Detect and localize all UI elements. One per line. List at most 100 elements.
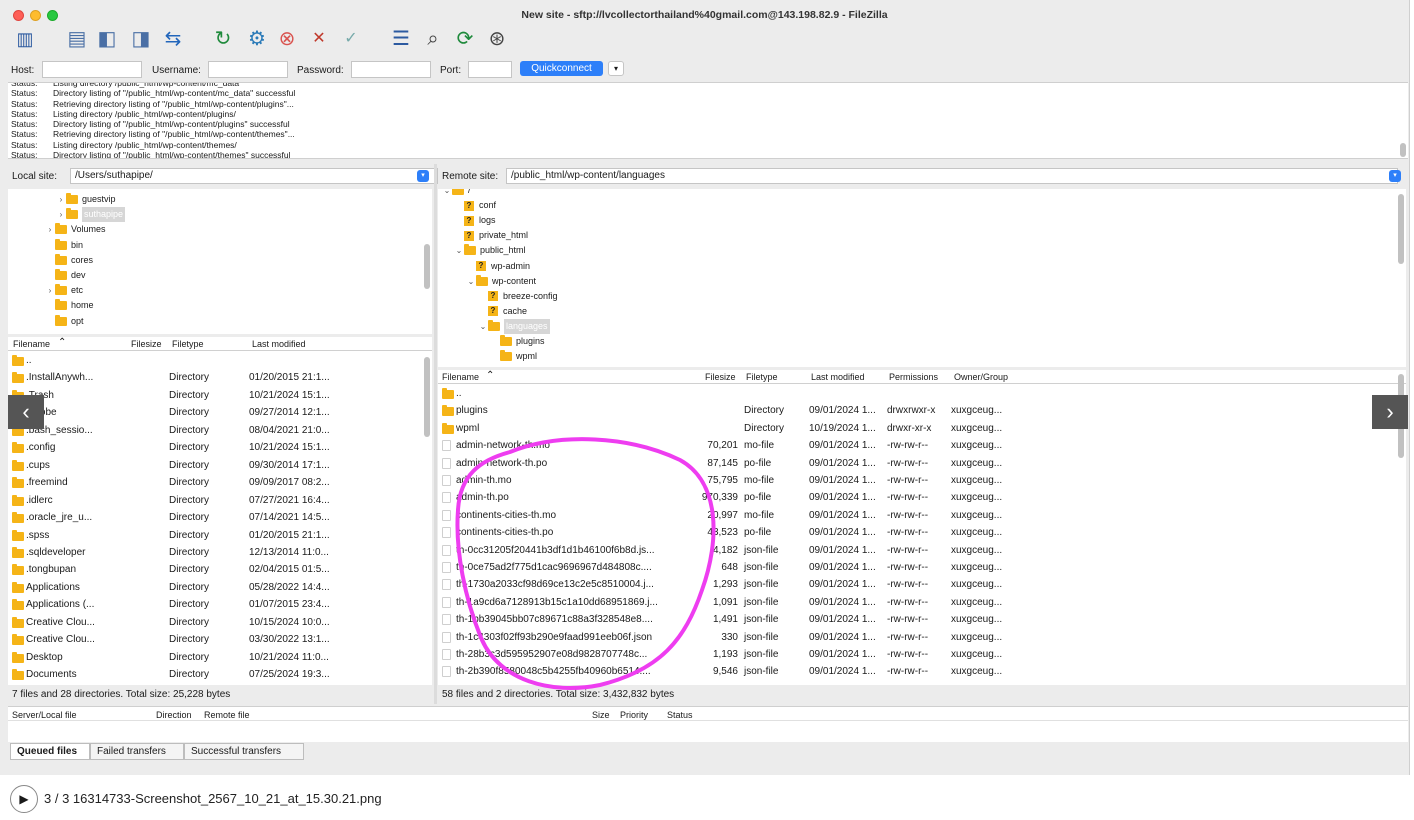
tab-failed-transfers[interactable]: Failed transfers (90, 743, 184, 760)
column-filename[interactable]: Filename (13, 339, 50, 349)
tab-queued-files[interactable]: Queued files (10, 743, 90, 760)
previous-image-button[interactable]: ‹ (8, 395, 44, 429)
column-size[interactable]: Size (592, 710, 610, 720)
column-permissions[interactable]: Permissions (889, 372, 938, 382)
file-row[interactable]: Creative Clou... Directory 03/30/2022 13:1… (8, 631, 432, 649)
local-directory-tree[interactable]: › guestvip › suthapipe › Volumes bin cores dev › e… (8, 189, 432, 334)
tree-item[interactable]: › suthapipe (56, 207, 126, 223)
column-remote-file[interactable]: Remote file (204, 710, 250, 720)
quickconnect-history-dropdown[interactable]: ▾ (608, 61, 624, 76)
local-tree-scrollbar[interactable] (424, 244, 430, 289)
file-row[interactable]: .TrashDirectory10/21/2024 15:1... (8, 387, 432, 405)
chevron-right-icon[interactable]: › (56, 192, 66, 207)
file-row[interactable]: .sqldeveloper Directory 12/13/2014 11:0... (8, 544, 432, 562)
username-input[interactable] (208, 61, 288, 78)
file-row[interactable]: .. (438, 385, 1406, 403)
remote-directory-tree[interactable]: ⌄ /? conf? logs? private_html ⌄ public_html? wp… (438, 189, 1406, 367)
chevron-right-icon[interactable]: › (45, 283, 55, 298)
file-row[interactable]: .. (8, 352, 432, 370)
tree-item[interactable]: ? cache (478, 304, 527, 319)
chevron-down-icon[interactable]: ⌄ (478, 319, 488, 334)
file-row[interactable]: Desktop Directory 10/21/2024 11:0... (8, 649, 432, 667)
column-filetype[interactable]: Filetype (172, 339, 204, 349)
column-status[interactable]: Status (667, 710, 693, 720)
chevron-down-icon[interactable]: ⌄ (466, 274, 476, 289)
tree-item[interactable]: › guestvip (56, 192, 116, 207)
toggle-local-tree-icon[interactable]: ◧ (94, 26, 120, 52)
file-row[interactable]: .oracle_jre_u... Directory 07/14/2021 14:5… (8, 509, 432, 527)
remote-tree-scrollbar[interactable] (1398, 194, 1404, 264)
disconnect-icon[interactable]: ✕ (306, 26, 332, 52)
tree-item[interactable]: ⌄ public_html (454, 243, 526, 258)
file-row[interactable]: .config Directory 10/21/2024 15:1... (8, 439, 432, 457)
remote-path-dropdown[interactable]: ▾ (1389, 170, 1401, 182)
tree-item[interactable]: ⌄ wp-content (466, 274, 536, 289)
column-last-modified[interactable]: Last modified (811, 372, 865, 382)
tree-item[interactable]: › etc (45, 283, 83, 298)
tree-item[interactable]: ? logs (454, 213, 496, 228)
tree-item[interactable]: wpml (490, 349, 537, 364)
file-row[interactable]: plugins Directory 09/01/2024 1... drwxrwxr-… (438, 402, 1406, 420)
local-path-input[interactable]: /Users/suthapipe/ (70, 168, 438, 184)
reconnect-icon[interactable]: ✓ (338, 26, 364, 52)
column-server-local-file[interactable]: Server/Local file (12, 710, 77, 720)
column-filesize[interactable]: Filesize (131, 339, 162, 349)
tree-item[interactable]: ? private_html (454, 228, 528, 243)
chevron-right-icon[interactable]: › (45, 222, 55, 237)
tab-successful-transfers[interactable]: Successful transfers (184, 743, 304, 760)
file-row[interactable]: Creative Clou... Directory 10/15/2024 10:0… (8, 614, 432, 632)
file-row[interactable]: Applications (... Directory 01/07/2015 23:… (8, 596, 432, 614)
toggle-remote-tree-icon[interactable]: ◨ (128, 26, 154, 52)
file-row[interactable]: .bash_sessio... Directory 08/04/2021 21:0.… (8, 422, 432, 440)
next-image-button[interactable]: › (1372, 395, 1408, 429)
transfer-queue[interactable]: Server/Local file Direction Remote file … (8, 706, 1408, 742)
directory-filter-icon[interactable]: ☰ (388, 26, 414, 52)
file-row[interactable]: .adobeDirectory09/27/2014 12:1... (8, 404, 432, 422)
sync-browsing-icon[interactable]: ⟳ (452, 26, 478, 52)
tree-item[interactable]: dev (45, 268, 86, 283)
tree-item[interactable]: plugins (490, 334, 545, 349)
file-row[interactable]: .freemind Directory 09/09/2017 08:2... (8, 474, 432, 492)
toggle-filename-filter-icon[interactable]: ⌕ (420, 26, 446, 52)
column-owner-group[interactable]: Owner/Group (954, 372, 1008, 382)
toggle-transfer-queue-icon[interactable]: ⇆ (160, 26, 186, 52)
file-row[interactable]: Documents Directory 07/25/2024 19:3... (8, 666, 432, 684)
column-filesize[interactable]: Filesize (705, 372, 736, 382)
tree-item[interactable]: home (45, 298, 94, 313)
chevron-down-icon[interactable]: ⌄ (454, 243, 464, 258)
chevron-down-icon[interactable]: ⌄ (442, 189, 452, 198)
tree-item[interactable]: cores (45, 253, 93, 268)
tree-item[interactable]: › Volumes (45, 222, 106, 237)
log-scrollbar[interactable] (1400, 143, 1406, 157)
file-row[interactable]: Applications Directory 05/28/2022 14:4... (8, 579, 432, 597)
local-path-dropdown[interactable]: ▾ (417, 170, 429, 182)
tree-item[interactable]: ? wp-admin (466, 259, 530, 274)
site-manager-icon[interactable]: ▥ (12, 26, 38, 52)
file-row[interactable]: .idlerc Directory 07/27/2021 16:4... (8, 492, 432, 510)
message-log[interactable]: Status: Listing directory /public_html/wp… (8, 82, 1408, 159)
quickconnect-button[interactable]: Quickconnect (520, 61, 603, 76)
tree-item[interactable]: ⌄ languages (478, 318, 550, 334)
file-row[interactable]: .spss Directory 01/20/2015 21:1... (8, 527, 432, 545)
pane-splitter[interactable] (434, 164, 437, 704)
tree-item[interactable]: bin (45, 238, 83, 253)
tree-item[interactable]: ⌄ / (442, 189, 471, 198)
chevron-right-icon[interactable]: › (56, 207, 66, 222)
tree-item[interactable]: ? conf (454, 198, 496, 213)
column-filetype[interactable]: Filetype (746, 372, 778, 382)
port-input[interactable] (468, 61, 512, 78)
refresh-icon[interactable]: ↻ (210, 26, 236, 52)
tree-item[interactable]: ? breeze-config (478, 289, 558, 304)
column-direction[interactable]: Direction (156, 710, 192, 720)
cancel-operation-icon[interactable]: ⊗ (274, 26, 300, 52)
search-remote-files-icon[interactable]: ⊛ (484, 26, 510, 52)
local-file-list[interactable]: Filename ⌃ Filesize Filetype Last modifi… (8, 337, 432, 685)
column-priority[interactable]: Priority (620, 710, 648, 720)
play-button[interactable]: ▶ (10, 785, 38, 813)
process-queue-icon[interactable]: ⚙ (244, 26, 270, 52)
tree-item[interactable]: opt (45, 314, 84, 329)
remote-path-input[interactable]: /public_html/wp-content/languages (506, 168, 1398, 184)
column-filename[interactable]: Filename (442, 372, 479, 382)
file-row[interactable]: .InstallAnywh... Directory 01/20/2015 21:1… (8, 369, 432, 387)
file-row[interactable]: .cups Directory 09/30/2014 17:1... (8, 457, 432, 475)
